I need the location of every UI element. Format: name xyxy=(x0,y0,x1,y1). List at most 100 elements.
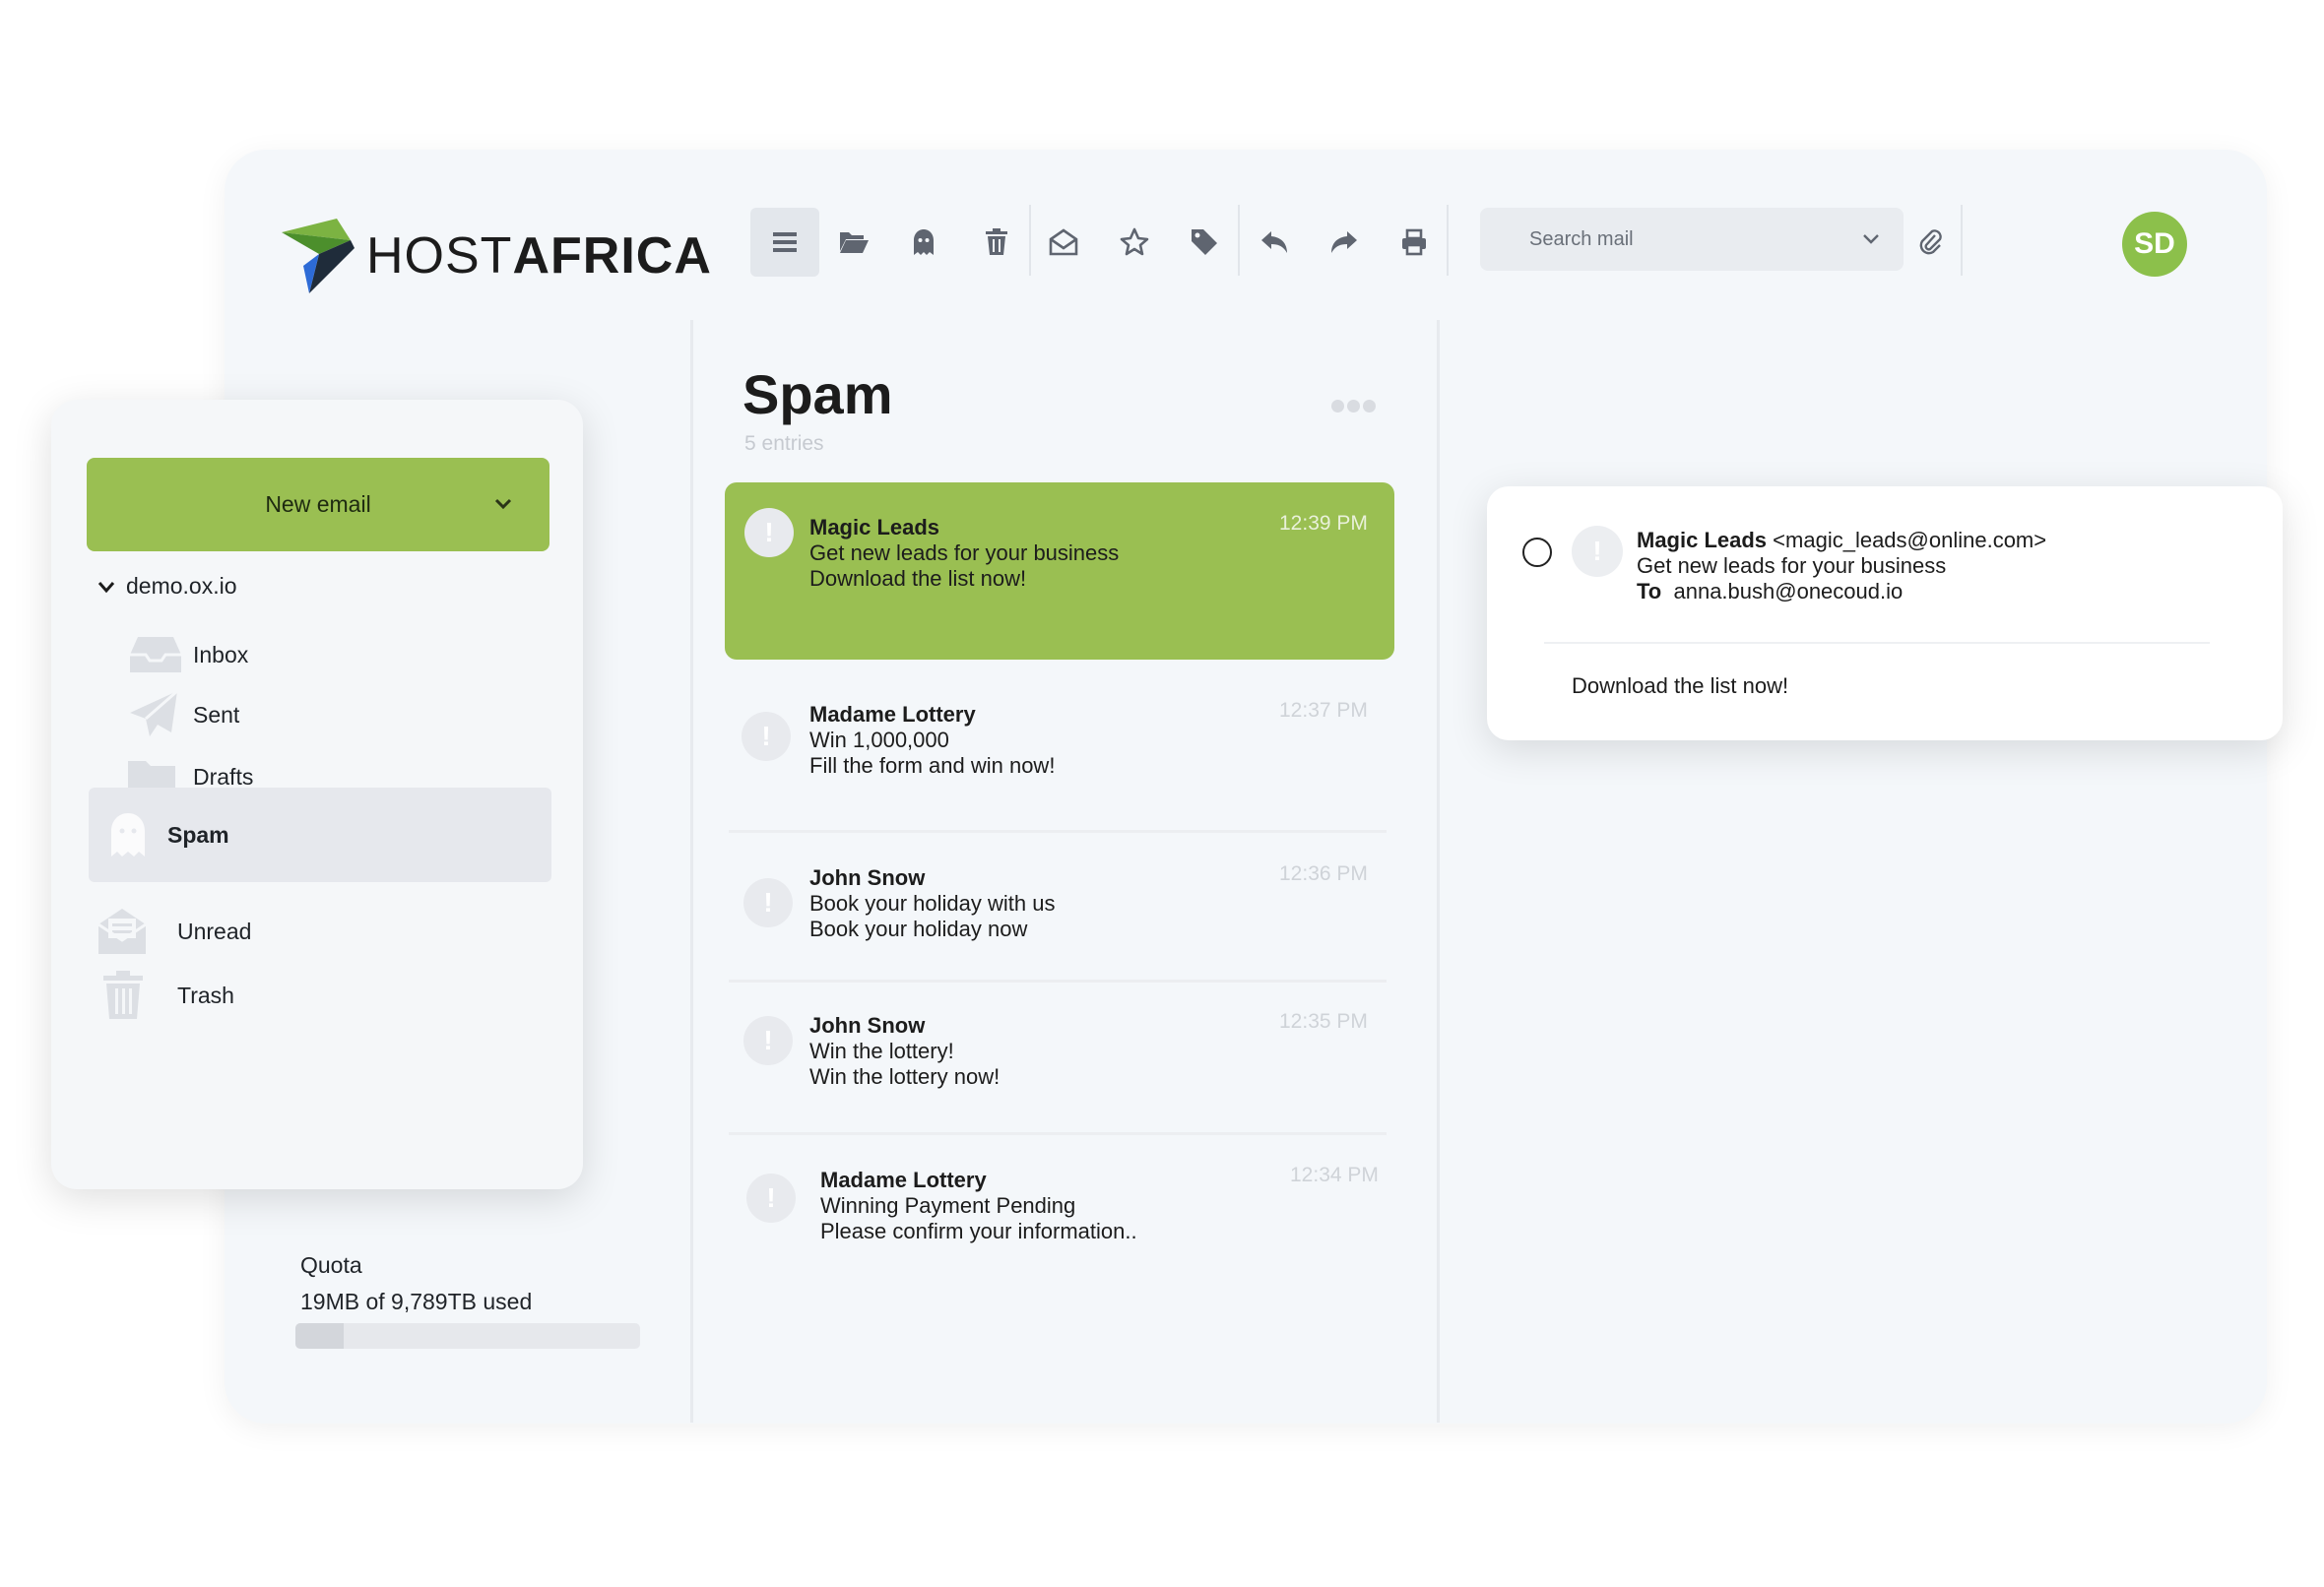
new-email-button[interactable]: New email xyxy=(87,458,549,551)
new-email-label: New email xyxy=(265,491,371,517)
mail-list-item[interactable]: ! Madame Lottery Winning Payment Pending… xyxy=(725,1150,1394,1278)
mail-sender: John Snow xyxy=(809,1013,926,1038)
tag-button[interactable] xyxy=(1170,208,1239,277)
sidebar-item-label: Unread xyxy=(177,918,252,944)
logo-mark-icon xyxy=(282,219,355,293)
account-name: demo.ox.io xyxy=(126,573,237,599)
column-divider xyxy=(690,320,693,1423)
logo-text-bold: AFRICA xyxy=(512,227,712,285)
trash-icon xyxy=(102,971,144,1020)
attachment-filter-button[interactable] xyxy=(1896,208,1965,277)
mail-list-item[interactable]: ! Madame Lottery Win 1,000,000 Fill the … xyxy=(725,679,1394,827)
mail-sender: Magic Leads xyxy=(809,515,940,540)
chevron-down-icon[interactable] xyxy=(1860,227,1882,249)
account-folder-toggle[interactable]: demo.ox.io xyxy=(97,573,237,600)
preview-divider xyxy=(1544,642,2210,644)
ghost-spam-icon xyxy=(914,229,934,255)
spam-warning-icon: ! xyxy=(746,1174,796,1223)
mail-preview: Please confirm your information.. xyxy=(820,1219,1137,1243)
preview-to-label: To xyxy=(1637,579,1662,603)
mail-subject: Book your holiday with us xyxy=(809,891,1056,916)
sidebar-item-trash[interactable]: Trash xyxy=(89,948,551,1043)
mail-list-item[interactable]: ! John Snow Win the lottery! Win the lot… xyxy=(725,996,1394,1129)
mail-sender: Madame Lottery xyxy=(820,1168,987,1192)
sidebar-item-spam[interactable]: Spam xyxy=(89,788,551,882)
sidebar-item-label: Spam xyxy=(167,821,229,848)
chevron-down-icon[interactable] xyxy=(492,493,514,515)
mail-list-item[interactable]: ! Magic Leads Get new leads for your bus… xyxy=(725,482,1394,660)
spam-warning-icon: ! xyxy=(744,508,794,557)
reply-icon xyxy=(1261,231,1287,253)
toolbar-divider xyxy=(1447,205,1449,276)
more-options-icon[interactable] xyxy=(1331,400,1376,413)
menu-button[interactable] xyxy=(750,208,819,277)
logo-text-light: HOST xyxy=(366,227,513,285)
folder-title: Spam xyxy=(742,363,893,425)
mail-time: 12:37 PM xyxy=(1279,699,1368,722)
ghost-icon xyxy=(108,811,148,858)
mail-separator xyxy=(729,1132,1387,1135)
mark-read-icon xyxy=(1049,228,1078,256)
sidebar-item-label: Drafts xyxy=(193,763,254,790)
mail-subject: Winning Payment Pending xyxy=(820,1193,1076,1218)
move-to-folder-button[interactable] xyxy=(819,208,888,277)
entries-count: 5 entries xyxy=(744,432,824,455)
spam-button[interactable] xyxy=(889,208,958,277)
select-radio[interactable] xyxy=(1522,538,1552,567)
column-divider xyxy=(1437,320,1440,1423)
folder-sidebar: New email demo.ox.io Inbox Sent Drafts S… xyxy=(51,400,583,1189)
paperclip-icon xyxy=(1919,229,1942,255)
chevron-down-icon xyxy=(97,581,115,593)
quota-label: Quota xyxy=(300,1252,362,1278)
sidebar-item-label: Sent xyxy=(193,701,240,728)
toolbar-divider xyxy=(1961,205,1963,276)
quota-progress-bar xyxy=(295,1323,640,1349)
print-icon xyxy=(1402,228,1426,256)
menu-icon xyxy=(773,232,797,252)
search-input[interactable]: Search mail xyxy=(1480,208,1904,271)
mail-preview: Fill the form and win now! xyxy=(809,753,1056,778)
spam-warning-icon: ! xyxy=(743,878,793,927)
spam-warning-icon: ! xyxy=(1572,526,1623,577)
mail-time: 12:35 PM xyxy=(1279,1010,1368,1033)
mail-time: 12:39 PM xyxy=(1279,512,1368,535)
quota-usage-text: 19MB of 9,789TB used xyxy=(300,1289,533,1314)
mail-list-item[interactable]: ! John Snow Book your holiday with us Bo… xyxy=(725,847,1394,980)
delete-button[interactable] xyxy=(962,208,1031,277)
mail-time: 12:34 PM xyxy=(1290,1164,1379,1186)
star-icon xyxy=(1120,227,1149,256)
mark-read-button[interactable] xyxy=(1029,208,1098,277)
print-button[interactable] xyxy=(1380,208,1449,277)
mail-separator xyxy=(729,830,1387,833)
tag-icon xyxy=(1192,229,1217,255)
search-placeholder: Search mail xyxy=(1529,228,1634,250)
mail-sender: John Snow xyxy=(809,865,926,890)
forward-icon xyxy=(1331,231,1357,253)
mail-preview: Win the lottery now! xyxy=(809,1064,1001,1089)
preview-body: Download the list now! xyxy=(1572,673,1789,698)
quota-progress-fill xyxy=(295,1323,344,1349)
mail-preview: Book your holiday now xyxy=(809,917,1028,941)
hostafrica-logo[interactable]: HOSTAFRICA xyxy=(282,219,712,293)
star-button[interactable] xyxy=(1100,208,1169,277)
preview-sender-name: Magic Leads xyxy=(1637,528,1768,552)
user-avatar[interactable]: SD xyxy=(2122,212,2187,277)
mail-preview: Download the list now! xyxy=(809,566,1027,591)
trash-icon xyxy=(986,228,1007,255)
mail-subject: Get new leads for your business xyxy=(809,540,1120,565)
preview-subject: Get new leads for your business xyxy=(1637,553,1947,578)
reply-button[interactable] xyxy=(1240,208,1309,277)
forward-button[interactable] xyxy=(1310,208,1379,277)
spam-warning-icon: ! xyxy=(743,1016,793,1065)
sidebar-item-label: Inbox xyxy=(193,641,249,667)
mail-sender: Madame Lottery xyxy=(809,702,976,727)
mail-preview-card: ! Magic Leads <magic_leads@online.com> G… xyxy=(1487,486,2283,740)
sidebar-item-label: Trash xyxy=(177,982,234,1008)
mail-subject: Win 1,000,000 xyxy=(809,728,949,752)
mail-subject: Win the lottery! xyxy=(809,1039,954,1063)
preview-sender-email: <magic_leads@online.com> xyxy=(1773,528,2047,552)
spam-warning-icon: ! xyxy=(742,712,791,761)
mail-time: 12:36 PM xyxy=(1279,862,1368,885)
folder-open-icon xyxy=(840,232,869,253)
preview-recipient: anna.bush@onecoud.io xyxy=(1673,579,1904,603)
